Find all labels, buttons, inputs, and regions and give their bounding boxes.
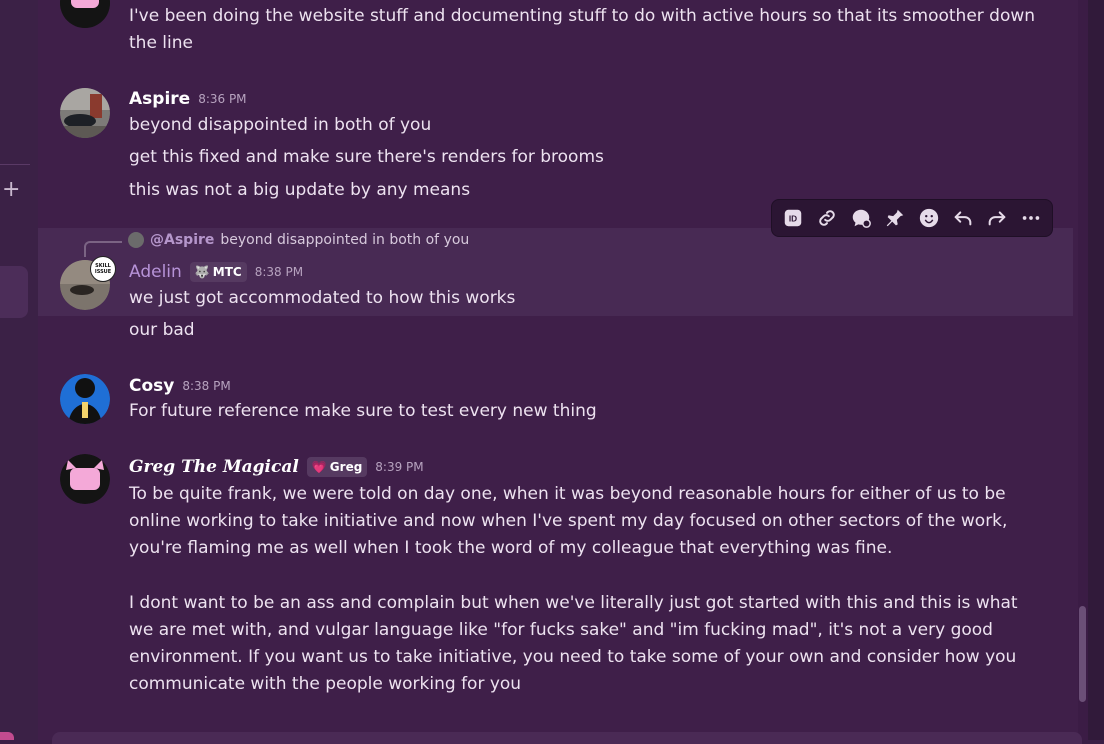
timestamp[interactable]: 8:36 PM <box>198 92 246 106</box>
forward-icon[interactable] <box>983 204 1011 232</box>
message-header: Greg The Magical 💗 Greg 8:39 PM <box>129 456 424 478</box>
right-panel-edge <box>1088 0 1104 740</box>
selected-channel-highlight[interactable] <box>0 266 28 318</box>
message-line: the line <box>129 33 193 53</box>
message-greg: Greg The Magical 💗 Greg 8:39 PM To be qu… <box>38 452 1073 712</box>
more-icon[interactable] <box>1017 204 1045 232</box>
reply-preview[interactable]: @Aspire beyond disappointed in both of y… <box>128 232 469 248</box>
id-icon[interactable]: ID <box>779 204 807 232</box>
link-icon[interactable] <box>813 204 841 232</box>
avatar[interactable] <box>60 0 110 28</box>
scrollbar-thumb[interactable] <box>1079 606 1086 702</box>
thread-icon[interactable] <box>847 204 875 232</box>
role-tag[interactable]: 🐺 MTC <box>189 262 247 282</box>
wolf-icon: 🐺 <box>194 265 210 279</box>
message-paragraph: I dont want to be an ass and complain bu… <box>129 593 1018 694</box>
role-tag[interactable]: 💗 Greg <box>306 457 368 477</box>
add-icon[interactable]: + <box>2 178 20 202</box>
message-composer[interactable] <box>52 732 1082 744</box>
username[interactable]: Cosy <box>129 376 174 396</box>
sidebar-corner-badge <box>0 732 14 740</box>
reply-icon[interactable] <box>949 204 977 232</box>
message-line: we just got accommodated to how this wor… <box>129 288 516 308</box>
message-line: beyond disappointed in both of you <box>129 115 432 135</box>
heart-icon: 💗 <box>311 460 327 474</box>
skill-issue-badge: SKILL ISSUE <box>90 256 116 282</box>
avatar[interactable] <box>60 454 110 504</box>
timestamp[interactable]: 8:39 PM <box>375 460 423 474</box>
pin-icon[interactable] <box>881 204 909 232</box>
timestamp[interactable]: 8:38 PM <box>182 379 230 393</box>
reply-text[interactable]: beyond disappointed in both of you <box>220 232 469 248</box>
message-line: our bad <box>129 320 195 340</box>
avatar[interactable] <box>60 88 110 138</box>
message-line: For future reference make sure to test e… <box>129 401 597 421</box>
message-line: I've been doing the website stuff and do… <box>129 6 1036 26</box>
reply-mention[interactable]: @Aspire <box>150 232 214 248</box>
tag-label: Greg <box>329 460 363 474</box>
message-actions-toolbar: ID <box>771 199 1053 237</box>
message-header: Aspire 8:36 PM <box>129 88 247 110</box>
username[interactable]: Adelin <box>129 262 182 282</box>
sidebar-divider <box>0 164 30 165</box>
avatar[interactable] <box>60 374 110 424</box>
server-sidebar: + <box>0 0 38 740</box>
message-header: Adelin 🐺 MTC 8:38 PM <box>129 261 303 283</box>
reply-connector <box>84 241 122 257</box>
message-cosy: Cosy 8:38 PM For future reference make s… <box>38 372 1073 432</box>
reply-avatar <box>128 232 144 248</box>
message-line: this was not a big update by any means <box>129 180 471 200</box>
message-line: get this fixed and make sure there's ren… <box>129 147 604 167</box>
timestamp[interactable]: 8:38 PM <box>255 265 303 279</box>
message-greg-earlier: I've been doing the website stuff and do… <box>38 0 1073 70</box>
badge-text: SKILL ISSUE <box>94 263 112 275</box>
message-paragraph: To be quite frank, we were told on day o… <box>129 484 1008 558</box>
svg-text:ID: ID <box>789 215 797 224</box>
message-aspire: Aspire 8:36 PM beyond disappointed in bo… <box>38 84 1073 204</box>
username[interactable]: Greg The Magical <box>129 457 299 477</box>
tag-label: MTC <box>212 265 242 279</box>
username[interactable]: Aspire <box>129 89 190 109</box>
emoji-icon[interactable] <box>915 204 943 232</box>
message-header: Cosy 8:38 PM <box>129 375 231 397</box>
